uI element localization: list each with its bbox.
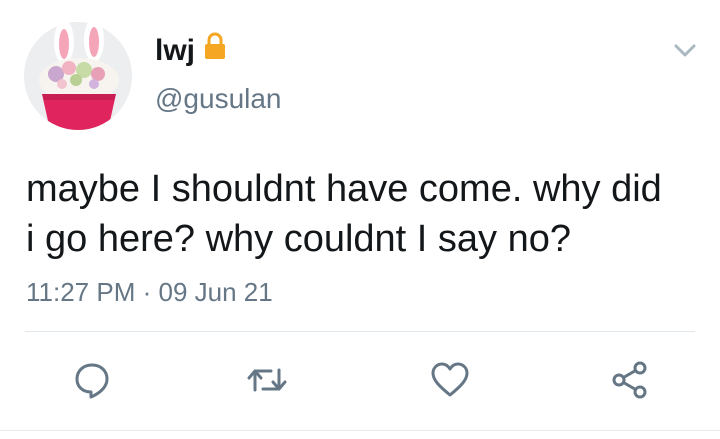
tweet-date: 09 Jun 21 <box>158 277 273 307</box>
reply-button[interactable] <box>70 358 114 402</box>
meta-separator: · <box>142 277 152 307</box>
display-name[interactable]: lwj <box>155 33 195 69</box>
cupcake-avatar-image <box>24 22 132 130</box>
avatar[interactable] <box>24 22 132 130</box>
display-name-row[interactable]: lwj <box>155 32 226 69</box>
like-button[interactable] <box>428 358 472 402</box>
tweet-time: 11:27 PM <box>26 277 136 307</box>
tweet-text: maybe I shouldnt have come. why did i go… <box>26 164 706 264</box>
bottom-divider <box>0 430 720 431</box>
like-icon <box>431 362 469 397</box>
tweet-timestamp[interactable]: 11:27 PM · 09 Jun 21 <box>26 276 273 308</box>
share-button[interactable] <box>608 358 652 402</box>
retweet-icon <box>247 368 287 392</box>
tweet-text-line: maybe I shouldnt have come. why did <box>26 168 662 210</box>
chevron-down-icon[interactable] <box>670 38 700 62</box>
reply-icon <box>75 363 109 399</box>
lock-icon <box>204 32 226 69</box>
tweet-text-line: i go here? why couldnt I say no? <box>26 218 572 260</box>
user-handle[interactable]: @gusulan <box>155 82 282 116</box>
share-icon <box>612 361 647 399</box>
divider <box>25 331 695 332</box>
retweet-button[interactable] <box>245 358 289 402</box>
